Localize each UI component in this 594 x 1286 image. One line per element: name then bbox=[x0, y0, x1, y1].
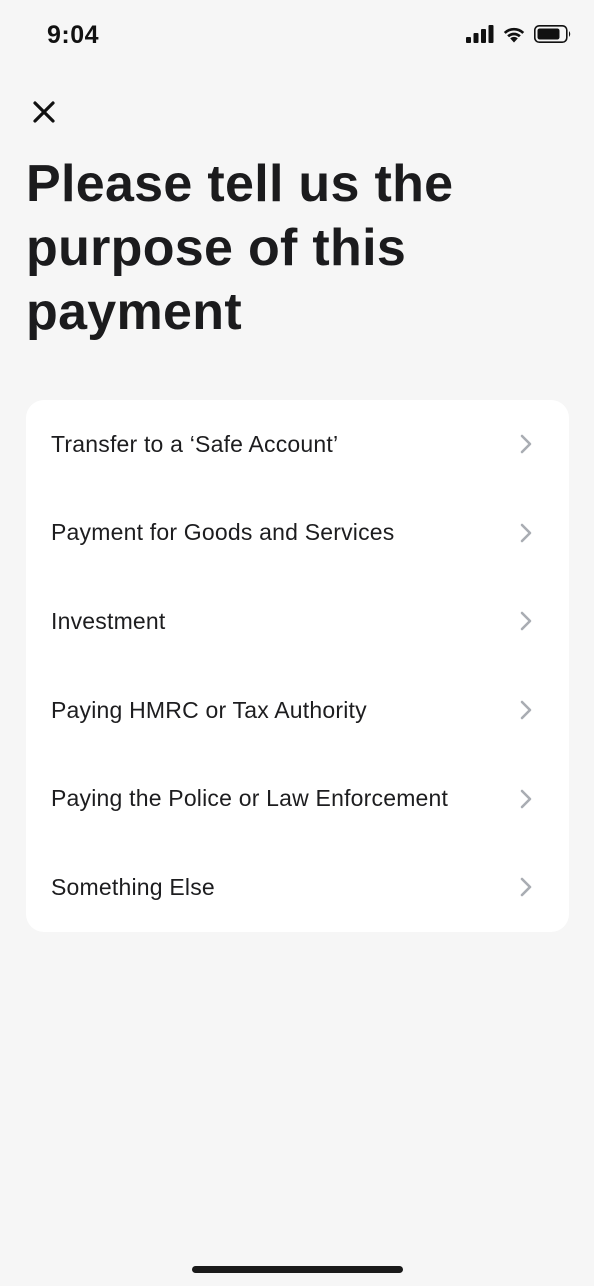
option-hmrc-tax[interactable]: Paying HMRC or Tax Authority bbox=[26, 666, 569, 755]
chevron-right-icon bbox=[519, 610, 533, 632]
option-something-else[interactable]: Something Else bbox=[26, 843, 569, 932]
options-list: Transfer to a ‘Safe Account’ Payment for… bbox=[26, 400, 569, 932]
battery-icon bbox=[534, 25, 571, 43]
option-label: Transfer to a ‘Safe Account’ bbox=[51, 430, 339, 457]
option-label: Something Else bbox=[51, 873, 215, 900]
option-goods-services[interactable]: Payment for Goods and Services bbox=[26, 489, 569, 578]
chevron-right-icon bbox=[519, 788, 533, 810]
status-bar: 9:04 bbox=[0, 0, 594, 72]
home-indicator[interactable] bbox=[192, 1266, 403, 1273]
chevron-right-icon bbox=[519, 699, 533, 721]
option-investment[interactable]: Investment bbox=[26, 577, 569, 666]
status-icons bbox=[466, 25, 572, 43]
option-label: Payment for Goods and Services bbox=[51, 519, 395, 546]
option-police-law[interactable]: Paying the Police or Law Enforcement bbox=[26, 754, 569, 843]
option-label: Paying the Police or Law Enforcement bbox=[51, 785, 449, 812]
status-time: 9:04 bbox=[47, 21, 100, 49]
option-safe-account[interactable]: Transfer to a ‘Safe Account’ bbox=[26, 400, 569, 489]
wifi-icon bbox=[503, 27, 525, 43]
close-button[interactable] bbox=[28, 96, 60, 128]
close-icon bbox=[33, 101, 55, 123]
chevron-right-icon bbox=[519, 433, 533, 455]
page-title: Please tell us the purpose of this payme… bbox=[26, 155, 454, 341]
option-label: Paying HMRC or Tax Authority bbox=[51, 696, 367, 723]
chevron-right-icon bbox=[519, 876, 533, 898]
cellular-signal-icon bbox=[466, 25, 494, 43]
option-label: Investment bbox=[51, 607, 166, 634]
chevron-right-icon bbox=[519, 522, 533, 544]
